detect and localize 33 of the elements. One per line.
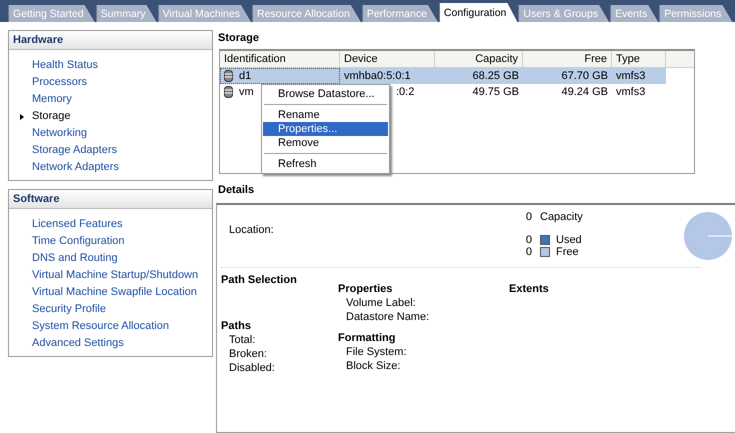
- section-title: Details: [217, 183, 256, 198]
- field-label: Volume Label:: [345, 296, 417, 310]
- capacity-value: 0: [526, 211, 532, 223]
- panel-header: Hardware: [9, 31, 212, 50]
- field-label: Disabled:: [228, 361, 276, 375]
- field-label: Total:: [228, 333, 256, 347]
- field-label: File System:: [345, 345, 408, 359]
- table-cell-text: vmfs3: [616, 69, 646, 84]
- legend-label: Used: [556, 234, 582, 246]
- legend-value: 0: [526, 246, 532, 258]
- panel-header: Software: [9, 190, 212, 209]
- table-cell-text: 49.75 GB: [472, 85, 519, 100]
- field-label: Datastore Name:: [345, 310, 430, 324]
- section-heading: Extents: [509, 282, 550, 296]
- table-cell-text: 68.25 GB: [472, 69, 519, 84]
- table-cell-text: d1: [239, 69, 252, 84]
- table-cell-text: vm: [239, 85, 254, 100]
- table-cell-text: vmhba0:5:0:1: [344, 69, 411, 84]
- field-label: Broken:: [228, 347, 268, 361]
- legend-value: 0: [526, 234, 532, 246]
- table-cell-text: :0:2: [396, 85, 414, 100]
- field-label: Block Size:: [345, 359, 402, 373]
- field-label: Location:: [229, 224, 274, 236]
- section-title: Storage: [217, 31, 260, 46]
- table-cell-text: 67.70 GB: [562, 69, 608, 84]
- table-cell-text: vmfs3: [616, 85, 646, 100]
- section-heading: Formatting: [338, 331, 396, 345]
- section-heading: Paths: [221, 319, 252, 333]
- section-heading: Path Selection: [221, 273, 298, 287]
- legend-label: Free: [556, 246, 579, 258]
- section-heading: Properties: [338, 282, 394, 296]
- legend-label: Capacity: [540, 211, 584, 223]
- table-cell-text: 49.24 GB: [562, 85, 608, 100]
